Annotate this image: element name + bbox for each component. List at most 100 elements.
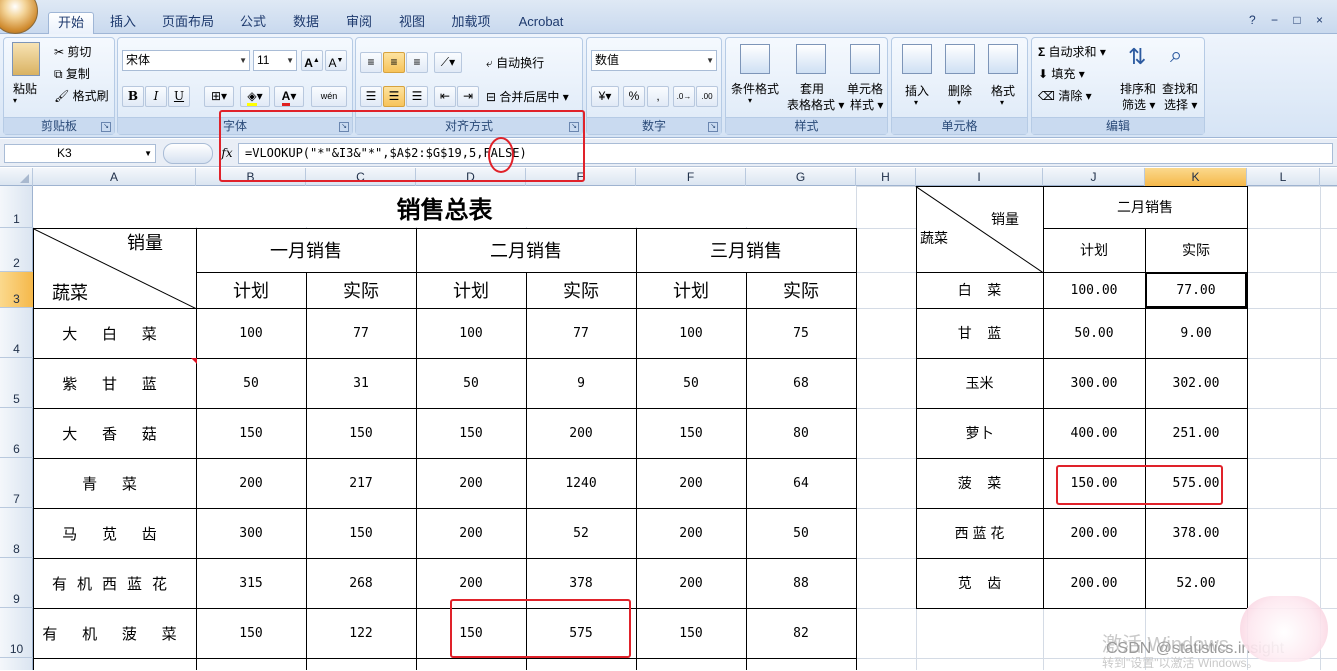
data-cell[interactable]: 200 [636, 458, 746, 508]
sub-header[interactable]: 计划 [196, 272, 306, 308]
lookup-diag-top[interactable]: 销量 [980, 205, 1030, 232]
column-header-g[interactable]: G [746, 168, 856, 186]
fill-color-button[interactable]: ◈▾ [240, 86, 270, 107]
data-cell[interactable]: 150 [196, 608, 306, 658]
name-box[interactable]: K3 ▼ [4, 144, 156, 163]
tab-data[interactable]: 数据 [283, 12, 329, 34]
lookup-plan-cell[interactable]: 100.00 [1043, 272, 1145, 308]
data-cell[interactable]: 64 [746, 458, 856, 508]
row-header-3[interactable]: 3 [0, 272, 33, 308]
data-cell[interactable]: 200 [416, 508, 526, 558]
sub-header[interactable]: 计划 [416, 272, 526, 308]
sub-header[interactable]: 实际 [746, 272, 856, 308]
data-cell[interactable]: 150 [196, 408, 306, 458]
align-top-button[interactable]: ≡ [360, 52, 382, 73]
clipboard-launcher-icon[interactable]: ↘ [101, 122, 111, 132]
data-cell[interactable]: 150 [306, 408, 416, 458]
data-cell[interactable]: 150 [306, 508, 416, 558]
vegetable-name[interactable]: 有机西蓝花 [33, 558, 196, 608]
format-painter-button[interactable]: 🖌 格式刷 [54, 87, 109, 104]
data-cell[interactable]: 217 [306, 458, 416, 508]
currency-button[interactable]: ¥▾ [591, 86, 619, 107]
lookup-plan-cell[interactable]: 200.00 [1043, 558, 1145, 608]
data-cell[interactable]: 122 [306, 608, 416, 658]
data-cell[interactable]: 100 [196, 308, 306, 358]
lookup-actual-cell[interactable]: 302.00 [1145, 358, 1247, 408]
data-cell[interactable]: 150 [636, 408, 746, 458]
font-color-button[interactable]: A▾ [274, 86, 304, 107]
lookup-plan-cell[interactable]: 50.00 [1043, 308, 1145, 358]
decrease-indent-button[interactable]: ⇤ [434, 86, 456, 107]
column-header-d[interactable]: D [416, 168, 526, 186]
row-header-2[interactable]: 2 [0, 228, 33, 272]
data-cell[interactable]: 200 [196, 458, 306, 508]
month-header[interactable]: 一月销售 [196, 228, 416, 272]
orientation-button[interactable]: ⟋▾ [434, 52, 462, 73]
font-size-select[interactable]: 11 ▼ [253, 50, 297, 71]
vegetable-name[interactable]: 大 白 菜 [33, 308, 196, 358]
lookup-vegetable-name[interactable]: 玉米 [916, 358, 1043, 408]
data-cell[interactable]: 77 [306, 308, 416, 358]
insert-function-icon[interactable]: fx [219, 144, 235, 163]
bold-button[interactable]: B [122, 86, 144, 107]
italic-button[interactable]: I [145, 86, 167, 107]
data-cell[interactable]: 80 [746, 408, 856, 458]
table-format-button[interactable]: 套用 [800, 80, 824, 97]
find-select-button[interactable]: 查找和 [1162, 80, 1198, 97]
active-cell-k3[interactable]: 77.00 [1145, 272, 1247, 308]
lookup-actual-cell[interactable]: 9.00 [1145, 308, 1247, 358]
lookup-plan-cell[interactable]: 200.00 [1043, 508, 1145, 558]
lookup-plan-cell[interactable]: 300.00 [1043, 358, 1145, 408]
shrink-font-button[interactable]: A▼ [325, 50, 347, 71]
data-cell[interactable]: 68 [746, 358, 856, 408]
data-cell[interactable]: 575 [526, 608, 636, 658]
tab-insert[interactable]: 插入 [100, 12, 146, 34]
row-header-8[interactable]: 8 [0, 508, 33, 558]
window-controls[interactable]: ? − □ × [1249, 13, 1329, 27]
underline-button[interactable]: U [168, 86, 190, 107]
lookup-sub-header-actual[interactable]: 实际 [1145, 228, 1247, 272]
align-center-button[interactable]: ☰ [383, 86, 405, 107]
format-cells-button[interactable]: 格式 [991, 82, 1015, 99]
borders-button[interactable]: ⊞▾ [204, 86, 234, 107]
comma-button[interactable]: , [647, 86, 669, 107]
conditional-format-button[interactable]: 条件格式 [731, 80, 779, 97]
decrease-decimal-button[interactable]: .00 [696, 86, 718, 107]
data-cell[interactable]: 150 [416, 608, 526, 658]
data-cell[interactable]: 50 [416, 358, 526, 408]
data-cell[interactable]: 100 [416, 308, 526, 358]
column-header-c[interactable]: C [306, 168, 416, 186]
align-left-button[interactable]: ☰ [360, 86, 382, 107]
data-cell[interactable]: 378 [526, 558, 636, 608]
column-header-j[interactable]: J [1043, 168, 1145, 186]
lookup-vegetable-name[interactable]: 萝卜 [916, 408, 1043, 458]
column-header-k[interactable]: K [1145, 168, 1247, 186]
grow-font-button[interactable]: A▲ [301, 50, 323, 71]
align-right-button[interactable]: ☰ [406, 86, 428, 107]
select-all-button[interactable] [0, 168, 33, 186]
sub-header[interactable]: 实际 [526, 272, 636, 308]
diag-label-top[interactable]: 销量 [110, 228, 180, 255]
lookup-vegetable-name[interactable]: 苋 齿 [916, 558, 1043, 608]
sub-header[interactable]: 计划 [636, 272, 746, 308]
row-header-9[interactable]: 9 [0, 558, 33, 608]
data-cell[interactable]: 150 [636, 608, 746, 658]
diag-label-bottom[interactable]: 蔬菜 [40, 278, 100, 305]
row-header-10[interactable]: 10 [0, 608, 33, 658]
clear-button[interactable]: ⌫ 清除 ▾ [1038, 87, 1092, 104]
data-cell[interactable]: 77 [526, 308, 636, 358]
column-header-i[interactable]: I [916, 168, 1043, 186]
lookup-actual-cell[interactable]: 575.00 [1145, 458, 1247, 508]
alignment-launcher-icon[interactable]: ↘ [569, 122, 579, 132]
lookup-actual-cell[interactable]: 251.00 [1145, 408, 1247, 458]
row-header-6[interactable]: 6 [0, 408, 33, 458]
paste-dropdown-icon[interactable]: ▾ [13, 96, 17, 105]
column-header-f[interactable]: F [636, 168, 746, 186]
month-header[interactable]: 二月销售 [416, 228, 636, 272]
tab-addins[interactable]: 加载项 [442, 12, 500, 34]
month-header[interactable]: 三月销售 [636, 228, 856, 272]
align-middle-button[interactable]: ≡ [383, 52, 405, 73]
vegetable-name[interactable]: 马 苋 齿 [33, 508, 196, 558]
percent-button[interactable]: % [623, 86, 645, 107]
worksheet-grid[interactable]: 销售总表 销量 蔬菜 一月销售 二月销售 三月销售 计划 实际 计划 实际 计划 实际大 白 菜 100… [33, 186, 1337, 670]
